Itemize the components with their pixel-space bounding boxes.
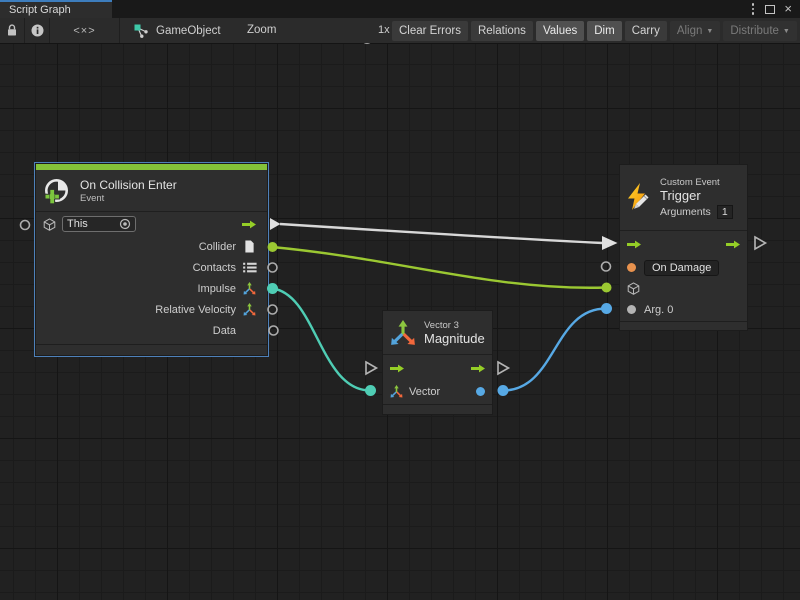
collision-event-icon xyxy=(43,177,71,205)
tab-title: Script Graph xyxy=(9,4,71,16)
arguments-count-field[interactable]: 1 xyxy=(717,205,733,219)
event-name-field[interactable]: On Damage xyxy=(644,260,719,276)
code-view-toggle[interactable]: <×> xyxy=(50,18,120,43)
kebab-menu-icon[interactable] xyxy=(750,3,757,15)
node-footer xyxy=(383,404,492,415)
close-icon[interactable]: × xyxy=(784,0,792,18)
tab-strip: Script Graph × xyxy=(0,0,800,18)
document-icon xyxy=(244,240,255,253)
node-magnitude[interactable]: Vector 3 Magnitude Vector xyxy=(382,310,493,415)
zoom-label: Zoom xyxy=(247,18,276,43)
node-kind: Vector 3 xyxy=(424,320,485,331)
flow-in-arrow-icon[interactable] xyxy=(626,239,642,250)
port-row-collider[interactable]: Collider xyxy=(36,236,267,257)
code-toggle-icon: <×> xyxy=(73,25,95,37)
node-header[interactable]: Custom Event Trigger Arguments 1 xyxy=(620,165,747,231)
graph-target-chip[interactable]: GameObject xyxy=(134,18,221,43)
arg0-port-dot[interactable] xyxy=(627,305,636,314)
vector3-icon xyxy=(243,303,256,316)
vector-port-row[interactable]: Vector xyxy=(383,381,492,402)
target-object-field[interactable]: This xyxy=(62,216,136,232)
info-icon xyxy=(31,24,44,37)
script-graph-window: Script Graph × < xyxy=(0,0,800,600)
zoom-value: 1x xyxy=(378,18,390,43)
flow-port-row xyxy=(383,355,492,381)
window-controls: × xyxy=(750,0,792,18)
values-button[interactable]: Values xyxy=(536,21,584,41)
node-subtitle: Event xyxy=(80,193,177,204)
port-row-relative-velocity[interactable]: Relative Velocity xyxy=(36,299,267,320)
lock-icon xyxy=(6,24,18,37)
list-icon xyxy=(243,262,257,273)
flow-out-arrow-icon[interactable] xyxy=(241,219,257,230)
align-button: Align ▼ xyxy=(670,21,721,41)
vector3-icon xyxy=(243,282,256,295)
object-picker-icon[interactable] xyxy=(119,218,131,230)
graph-target-label: GameObject xyxy=(156,25,221,37)
node-footer xyxy=(36,344,267,354)
distribute-button: Distribute ▼ xyxy=(723,21,797,41)
node-header[interactable]: On Collision Enter Event xyxy=(36,170,267,212)
arguments-label: Arguments xyxy=(660,206,711,218)
gameobject-cube-icon xyxy=(627,282,640,295)
gameobject-cube-icon xyxy=(43,218,56,231)
flow-port-row xyxy=(620,231,747,257)
event-name-port-row[interactable]: On Damage xyxy=(620,257,747,278)
float-output-port[interactable] xyxy=(476,387,485,396)
node-header[interactable]: Vector 3 Magnitude xyxy=(383,311,492,355)
node-footer xyxy=(620,321,747,331)
node-title: On Collision Enter xyxy=(80,178,177,192)
node-kind: Custom Event xyxy=(660,177,733,188)
vector3-icon xyxy=(390,320,416,346)
info-button[interactable] xyxy=(25,18,50,43)
node-on-collision-enter[interactable]: On Collision Enter Event This Collider C… xyxy=(35,163,268,356)
toolbar-left-group: <×> xyxy=(0,18,120,43)
dim-button[interactable]: Dim xyxy=(587,21,621,41)
tab-script-graph[interactable]: Script Graph xyxy=(0,0,112,18)
target-port-row[interactable] xyxy=(620,278,747,299)
flow-out-arrow-icon[interactable] xyxy=(725,239,741,250)
lock-button[interactable] xyxy=(0,18,25,43)
node-custom-event-trigger[interactable]: Custom Event Trigger Arguments 1 On Dama… xyxy=(619,164,748,331)
port-row-data[interactable]: Data xyxy=(36,320,267,341)
chevron-down-icon: ▼ xyxy=(783,28,790,35)
node-title: Trigger xyxy=(660,188,733,203)
node-title: Magnitude xyxy=(424,331,485,346)
flow-out-arrow-icon[interactable] xyxy=(470,363,486,374)
carry-button[interactable]: Carry xyxy=(625,21,667,41)
graph-toolbar: <×> GameObject Zoom 1x Clear Errors Rela… xyxy=(0,18,800,44)
relations-button[interactable]: Relations xyxy=(471,21,533,41)
flow-in-arrow-icon[interactable] xyxy=(389,363,405,374)
chevron-down-icon: ▼ xyxy=(706,28,713,35)
port-row-impulse[interactable]: Impulse xyxy=(36,278,267,299)
graph-icon xyxy=(134,24,149,38)
arg0-port-row[interactable]: Arg. 0 xyxy=(620,299,747,320)
clear-errors-button[interactable]: Clear Errors xyxy=(392,21,468,41)
maximize-icon[interactable] xyxy=(765,5,775,14)
target-port-row: This xyxy=(36,212,267,236)
vector3-icon xyxy=(390,385,403,398)
arg0-label: Arg. 0 xyxy=(644,304,673,316)
port-row-contacts[interactable]: Contacts xyxy=(36,257,267,278)
string-port-dot[interactable] xyxy=(627,263,636,272)
toolbar-button-group: Clear Errors Relations Values Dim Carry … xyxy=(392,21,800,41)
custom-event-icon xyxy=(624,182,654,214)
